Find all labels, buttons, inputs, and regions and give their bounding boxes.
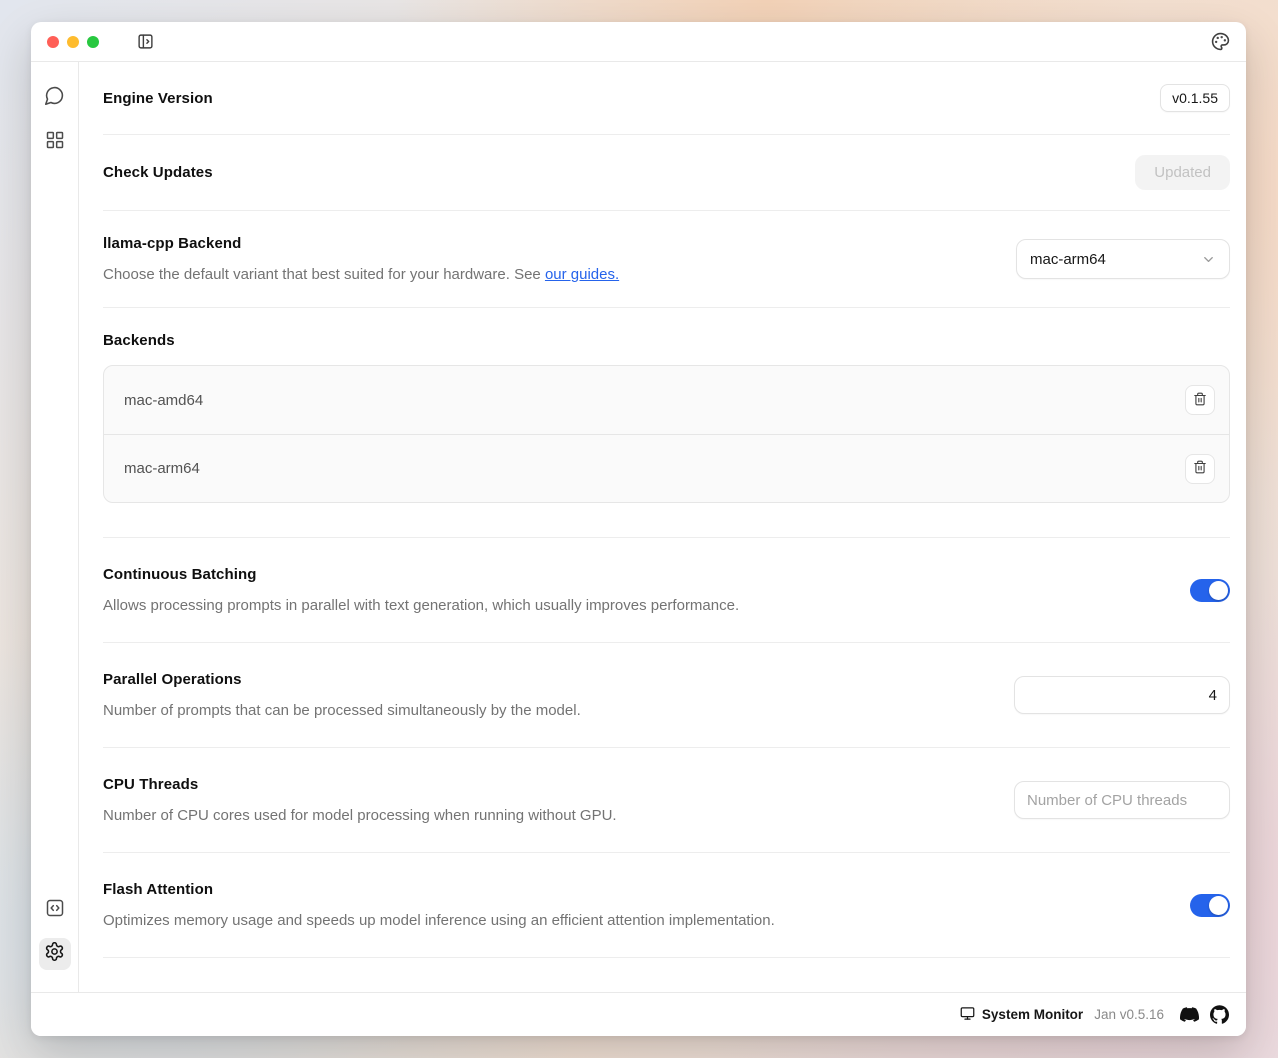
flash-attention-row: Flash Attention Optimizes memory usage a… — [103, 853, 1230, 958]
parallel-operations-description: Number of prompts that can be processed … — [103, 700, 581, 721]
backends-section: Backends mac-amd64 — [103, 308, 1230, 538]
backends-label: Backends — [103, 330, 1230, 351]
trash-icon — [1193, 460, 1207, 477]
app-version-label: Jan v0.5.16 — [1094, 1007, 1164, 1022]
guides-link[interactable]: our guides. — [545, 266, 619, 283]
chevron-down-icon — [1201, 252, 1216, 267]
panel-left-open-icon[interactable] — [137, 33, 154, 50]
engine-version-row: Engine Version v0.1.55 — [103, 62, 1230, 135]
app-window: Engine Version v0.1.55 Check Updates Upd… — [31, 22, 1246, 1036]
check-updates-button[interactable]: Updated — [1135, 155, 1230, 190]
sidebar — [31, 62, 79, 992]
github-icon[interactable] — [1210, 1005, 1229, 1024]
check-updates-label: Check Updates — [103, 162, 213, 183]
backends-list: mac-amd64 mac-arm64 — [103, 365, 1230, 503]
flash-attention-description: Optimizes memory usage and speeds up mod… — [103, 910, 775, 931]
backend-description: Choose the default variant that best sui… — [103, 264, 619, 285]
monitor-icon — [960, 1006, 975, 1024]
main-area: Engine Version v0.1.55 Check Updates Upd… — [31, 62, 1246, 992]
minimize-window-button[interactable] — [67, 36, 79, 48]
system-monitor-label: System Monitor — [982, 1007, 1083, 1022]
zoom-window-button[interactable] — [87, 36, 99, 48]
flash-attention-label: Flash Attention — [103, 879, 775, 900]
content-filler — [103, 958, 1230, 992]
continuous-batching-row: Continuous Batching Allows processing pr… — [103, 538, 1230, 643]
backend-row: llama-cpp Backend Choose the default var… — [103, 211, 1230, 308]
grid-icon — [45, 130, 65, 155]
palette-icon[interactable] — [1211, 32, 1230, 51]
engine-version-label: Engine Version — [103, 88, 213, 109]
backend-description-text: Choose the default variant that best sui… — [103, 266, 545, 283]
titlebar — [31, 22, 1246, 62]
backend-list-item: mac-amd64 — [104, 366, 1229, 434]
sidebar-item-local-api-server[interactable] — [39, 894, 71, 926]
chat-bubble-icon — [44, 85, 65, 111]
cpu-threads-input[interactable] — [1014, 781, 1230, 819]
delete-backend-button[interactable] — [1185, 454, 1215, 484]
check-updates-row: Check Updates Updated — [103, 135, 1230, 211]
backend-select[interactable]: mac-arm64 — [1016, 239, 1230, 279]
backend-select-value: mac-arm64 — [1030, 251, 1106, 268]
parallel-operations-label: Parallel Operations — [103, 669, 581, 690]
close-window-button[interactable] — [47, 36, 59, 48]
backend-name: mac-arm64 — [124, 460, 200, 477]
system-monitor-button[interactable]: System Monitor — [960, 1006, 1083, 1024]
sidebar-item-settings[interactable] — [39, 938, 71, 970]
footer: System Monitor Jan v0.5.16 — [31, 992, 1246, 1036]
cpu-threads-label: CPU Threads — [103, 774, 617, 795]
backend-list-item: mac-arm64 — [104, 434, 1229, 502]
continuous-batching-label: Continuous Batching — [103, 564, 739, 585]
discord-icon[interactable] — [1180, 1005, 1199, 1024]
trash-icon — [1193, 392, 1207, 409]
parallel-operations-input[interactable] — [1014, 676, 1230, 714]
engine-version-badge: v0.1.55 — [1160, 84, 1230, 112]
window-controls — [47, 36, 99, 48]
toggle-knob — [1209, 581, 1228, 600]
continuous-batching-description: Allows processing prompts in parallel wi… — [103, 595, 739, 616]
delete-backend-button[interactable] — [1185, 385, 1215, 415]
sidebar-item-chat[interactable] — [39, 82, 71, 114]
backend-label: llama-cpp Backend — [103, 233, 619, 254]
flash-attention-toggle[interactable] — [1190, 894, 1230, 917]
cpu-threads-row: CPU Threads Number of CPU cores used for… — [103, 748, 1230, 853]
cpu-threads-description: Number of CPU cores used for model proce… — [103, 805, 617, 826]
settings-content: Engine Version v0.1.55 Check Updates Upd… — [79, 62, 1246, 992]
parallel-operations-row: Parallel Operations Number of prompts th… — [103, 643, 1230, 748]
gear-icon — [44, 941, 65, 967]
continuous-batching-toggle[interactable] — [1190, 579, 1230, 602]
backend-name: mac-amd64 — [124, 392, 203, 409]
sidebar-item-hub[interactable] — [39, 126, 71, 158]
toggle-knob — [1209, 896, 1228, 915]
code-square-icon — [45, 898, 65, 923]
